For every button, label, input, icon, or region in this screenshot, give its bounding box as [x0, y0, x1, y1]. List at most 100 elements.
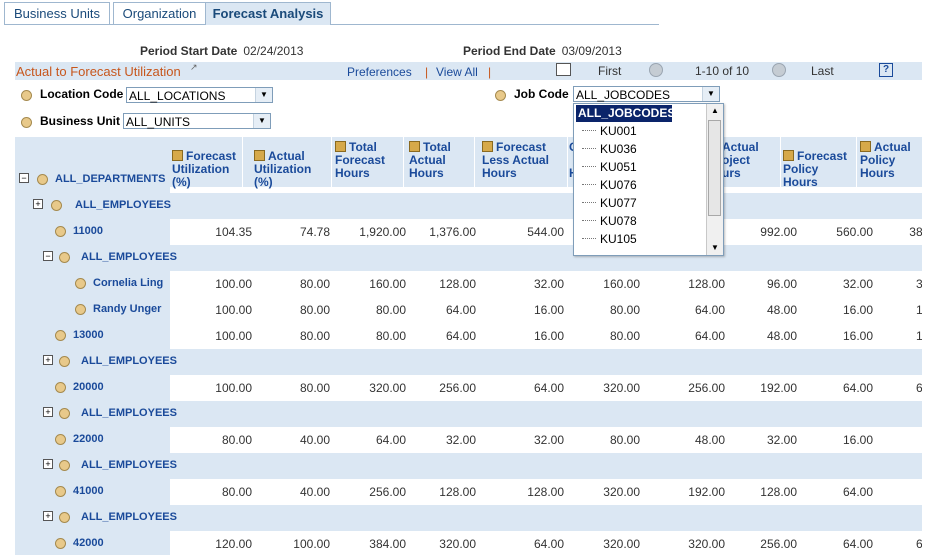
- tree-row[interactable]: − ALL_EMPLOYEES: [15, 245, 177, 271]
- dropdown-item[interactable]: KU001: [576, 123, 704, 140]
- tab-forecast-analysis[interactable]: Forecast Analysis: [205, 2, 331, 25]
- dropdown-item[interactable]: KU105: [576, 231, 704, 248]
- table-cell: 100.00: [215, 303, 252, 317]
- tree-row[interactable]: 11000: [15, 219, 170, 245]
- dropdown-item[interactable]: KU078: [576, 213, 704, 230]
- tree-row[interactable]: 20000: [15, 375, 170, 401]
- tree-label[interactable]: ALL_EMPLOYEES: [81, 251, 177, 263]
- dropdown-item[interactable]: KU036: [576, 141, 704, 158]
- tree-label[interactable]: 20000: [73, 381, 104, 393]
- tree-row[interactable]: + ALL_EMPLOYEES: [15, 349, 177, 375]
- tab-business-units[interactable]: Business Units: [4, 2, 110, 24]
- dropdown-item[interactable]: KU077: [576, 195, 704, 212]
- table-row: [170, 349, 922, 375]
- col-forecast-policy-hours[interactable]: Forecast Policy Hours: [781, 137, 856, 189]
- tree-row[interactable]: + ALL_EMPLOYEES: [15, 401, 177, 427]
- tree-row[interactable]: Randy Unger: [15, 297, 170, 323]
- table-cell: 160.00: [603, 277, 640, 291]
- chevron-down-icon[interactable]: ▼: [702, 87, 719, 101]
- expand-icon[interactable]: +: [43, 407, 53, 417]
- tree-row[interactable]: 22000: [15, 427, 170, 453]
- table-cell: 64.00: [375, 433, 406, 447]
- last-label[interactable]: Last: [811, 64, 834, 78]
- table-cell: 80.00: [609, 303, 640, 317]
- help-icon[interactable]: ?: [879, 63, 893, 77]
- table-cell: 32.00: [533, 277, 564, 291]
- chevron-down-icon[interactable]: ▼: [253, 114, 270, 128]
- job-code-dropdown-list[interactable]: ALL_JOBCODES KU001 KU036 KU051 KU076 KU0…: [573, 103, 724, 256]
- expand-icon[interactable]: +: [33, 199, 43, 209]
- period-end-label: Period End Date: [463, 44, 556, 58]
- preferences-link[interactable]: Preferences: [347, 65, 412, 79]
- tree-label[interactable]: 13000: [73, 329, 104, 341]
- tree-row[interactable]: 41000: [15, 479, 170, 505]
- tree-label[interactable]: ALL_EMPLOYEES: [81, 407, 177, 419]
- tree-label[interactable]: 11000: [73, 225, 103, 237]
- next-icon[interactable]: [772, 63, 786, 77]
- tree-label[interactable]: 22000: [73, 433, 104, 445]
- table-cell: 256.00: [760, 537, 797, 551]
- table-cell: 64.00: [915, 381, 922, 395]
- tree-row[interactable]: + ALL_EMPLOYEES: [15, 193, 171, 219]
- previous-icon[interactable]: [649, 63, 663, 77]
- tree-label[interactable]: ALL_EMPLOYEES: [75, 199, 171, 211]
- dropdown-scrollbar[interactable]: ▲ ▼: [706, 104, 723, 255]
- dropdown-item-selected[interactable]: ALL_JOBCODES: [576, 105, 675, 122]
- table-cell: 100.00: [215, 381, 252, 395]
- tree-label[interactable]: ALL_EMPLOYEES: [81, 355, 177, 367]
- scroll-down-icon[interactable]: ▼: [707, 241, 723, 255]
- tree-label[interactable]: Cornelia Ling: [93, 277, 163, 289]
- collapse-icon[interactable]: −: [43, 251, 53, 261]
- new-window-icon[interactable]: ↗: [190, 62, 198, 73]
- tree-row[interactable]: Cornelia Ling: [15, 271, 170, 297]
- col-actual-project-hours[interactable]: Actual oject urs: [720, 137, 780, 187]
- table-cell: 16.00: [842, 303, 873, 317]
- download-grid-icon[interactable]: [556, 63, 571, 76]
- tree-label[interactable]: ALL_DEPARTMENTS: [55, 173, 165, 185]
- expand-icon[interactable]: +: [43, 459, 53, 469]
- tree-label[interactable]: Randy Unger: [93, 303, 161, 315]
- dropdown-item[interactable]: KU076: [576, 177, 704, 194]
- tree-row[interactable]: + ALL_EMPLOYEES: [15, 505, 177, 531]
- node-icon: [55, 382, 66, 393]
- chevron-down-icon[interactable]: ▼: [255, 88, 272, 102]
- expand-icon[interactable]: +: [43, 511, 53, 521]
- period-end-value: 03/09/2013: [561, 44, 622, 58]
- tree-row[interactable]: 13000: [15, 323, 170, 349]
- tab-organization[interactable]: Organization: [113, 2, 206, 24]
- table-cell: 16.00: [915, 303, 922, 317]
- tree-label[interactable]: ALL_EMPLOYEES: [81, 459, 177, 471]
- table-cell: 64.00: [445, 329, 476, 343]
- table-cell: 64.00: [445, 303, 476, 317]
- expand-icon[interactable]: +: [43, 355, 53, 365]
- col-actual-policy-hours[interactable]: Actual Policy Hours: [858, 137, 922, 187]
- job-code-select[interactable]: ALL_JOBCODES ▼: [573, 86, 720, 102]
- tree-row[interactable]: 42000: [15, 531, 170, 555]
- collapse-icon[interactable]: −: [19, 173, 29, 183]
- dropdown-item[interactable]: KU051: [576, 159, 704, 176]
- scroll-thumb[interactable]: [708, 120, 721, 216]
- table-cell: 192.00: [760, 381, 797, 395]
- first-label[interactable]: First: [598, 64, 621, 78]
- business-unit-select[interactable]: ALL_UNITS ▼: [123, 113, 271, 129]
- table-cell: 32.00: [842, 277, 873, 291]
- col-actual-utilization[interactable]: Actual Utilization (%): [252, 137, 330, 189]
- tree-label[interactable]: 42000: [73, 537, 104, 549]
- col-forecast-less-actual[interactable]: Forecast Less Actual Hours: [480, 137, 566, 187]
- table-cell: 74.78: [299, 225, 330, 239]
- view-all-link[interactable]: View All: [436, 65, 478, 79]
- tree-label[interactable]: ALL_EMPLOYEES: [81, 511, 177, 523]
- col-total-actual-hours[interactable]: Total Actual Hours: [407, 137, 475, 187]
- col-total-forecast-hours[interactable]: Total Forecast Hours: [333, 137, 405, 187]
- location-code-select[interactable]: ALL_LOCATIONS ▼: [126, 87, 273, 103]
- tree-root[interactable]: − ALL_DEPARTMENTS: [15, 167, 170, 193]
- location-radio-icon[interactable]: [21, 90, 32, 101]
- tree-row[interactable]: + ALL_EMPLOYEES: [15, 453, 177, 479]
- table-cell: 16.00: [915, 329, 922, 343]
- business-unit-radio-icon[interactable]: [21, 117, 32, 128]
- node-icon: [75, 304, 86, 315]
- scroll-up-icon[interactable]: ▲: [707, 104, 723, 118]
- col-forecast-utilization[interactable]: Forecast Utilization (%): [170, 137, 242, 189]
- job-code-radio-icon[interactable]: [495, 90, 506, 101]
- tree-label[interactable]: 41000: [73, 485, 104, 497]
